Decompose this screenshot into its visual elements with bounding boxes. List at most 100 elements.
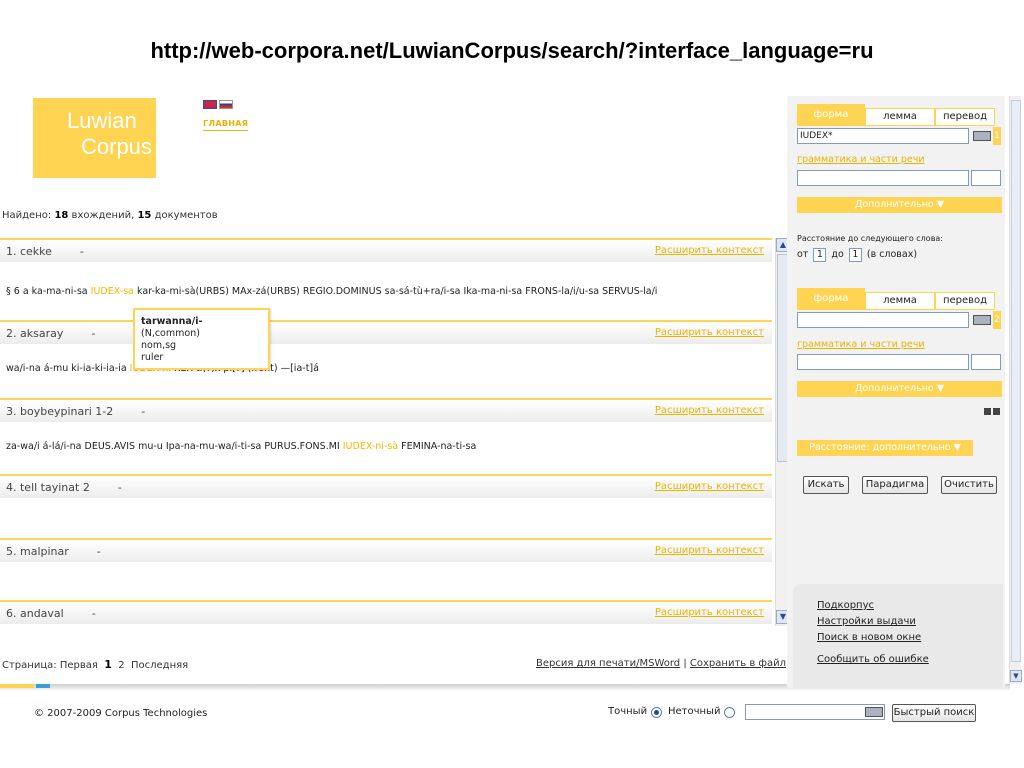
- distance-advanced-toggle[interactable]: Расстояние: дополнительно ▼: [797, 440, 973, 456]
- pager-last[interactable]: Последняя: [131, 660, 188, 671]
- save-to-file-link[interactable]: Сохранить в файл: [690, 658, 786, 669]
- home-link[interactable]: ГЛАВНАЯ: [203, 119, 249, 131]
- distance-to-label: до: [831, 249, 844, 260]
- tab-lemma[interactable]: лемма: [865, 108, 935, 126]
- occurrence-count: 18: [54, 210, 69, 221]
- quick-search-input[interactable]: [745, 704, 885, 720]
- output-settings-link[interactable]: Настройки выдачи: [817, 616, 916, 627]
- word1-form-input[interactable]: IUDEX*: [797, 128, 969, 144]
- word1-advanced-toggle[interactable]: Дополнительно ▼: [797, 197, 1002, 213]
- context-before: § 6 a ka-ma-ni-sa: [6, 286, 91, 297]
- hit-word[interactable]: IUDEX-sa: [91, 286, 134, 297]
- page-scroll-down-icon[interactable]: ▼: [1010, 670, 1022, 682]
- word1-tabs: форма лемма перевод: [797, 104, 1002, 126]
- result-header: 2. aksaray - Расширить контекст: [0, 320, 772, 344]
- search-button[interactable]: Искать: [803, 476, 849, 494]
- inexact-radio[interactable]: [724, 707, 735, 718]
- expand-context-link[interactable]: Расширить контекст: [655, 405, 764, 416]
- tooltip-form: nom,sg: [141, 340, 177, 351]
- keyboard-icon[interactable]: [973, 131, 991, 141]
- tab-form[interactable]: форма: [797, 104, 865, 126]
- document-name: 3. boybeypinari 1-2 -: [6, 405, 146, 418]
- distance-from-label: от: [797, 249, 809, 260]
- document-name: 4. tell tayinat 2 -: [6, 481, 122, 494]
- result-text: § 6 a ka-ma-ni-sa IUDEX-sa kar-ka-mi-sà(…: [6, 286, 657, 297]
- tooltip-gram-info: (N,common): [141, 328, 200, 339]
- word2-advanced-toggle[interactable]: Дополнительно ▼: [797, 381, 1002, 397]
- report-error-link[interactable]: Сообщить об ошибке: [817, 654, 929, 665]
- word2-tabs: форма лемма перевод: [797, 288, 1002, 310]
- tooltip-lemma: tarwanna/i-: [141, 316, 203, 327]
- tab-lemma[interactable]: лемма: [865, 292, 935, 310]
- word2-grammar-link[interactable]: грамматика и части речи: [797, 339, 925, 350]
- expand-context-link[interactable]: Расширить контекст: [655, 327, 764, 338]
- word2-index: 2: [993, 311, 1001, 329]
- distance-title: Расстояние до следующего слова:: [797, 234, 944, 243]
- distance-unit: (в словах): [866, 249, 918, 260]
- luwian-corpus-logo[interactable]: Luwian Corpus: [33, 98, 156, 178]
- page-scrollbar[interactable]: ▼: [1009, 96, 1022, 684]
- expand-context-link[interactable]: Расширить контекст: [655, 245, 764, 256]
- word2-grammar-input[interactable]: [797, 354, 969, 370]
- pager-label: Страница:: [2, 660, 57, 671]
- word1-index: 1: [993, 127, 1001, 145]
- word-analysis-tooltip: tarwanna/i- (N,common) nom,sg ruler: [133, 308, 270, 370]
- russian-flag-icon[interactable]: [219, 100, 233, 109]
- context-before: wa/i-na á-mu ki-ia-ki-ia-ia: [6, 363, 130, 374]
- exact-radio[interactable]: [651, 707, 662, 718]
- remove-word-icon[interactable]: [993, 408, 1000, 415]
- keyboard-icon[interactable]: [865, 707, 883, 717]
- print-version-link[interactable]: Версия для печати/MSWord: [536, 658, 680, 669]
- expand-context-link[interactable]: Расширить контекст: [655, 481, 764, 492]
- subcorpus-link[interactable]: Подкорпус: [817, 600, 874, 611]
- context-after: kar-ka-mi-sà(URBS) MAx-zá(URBS) REGIO.DO…: [133, 286, 658, 297]
- pager-first[interactable]: Первая: [60, 660, 98, 671]
- document-name: 5. malpinar -: [6, 545, 101, 558]
- paradigm-button[interactable]: Парадигма: [862, 476, 928, 494]
- slide-title: http://web-corpora.net/LuwianCorpus/sear…: [150, 38, 874, 63]
- expand-context-link[interactable]: Расширить контекст: [655, 545, 764, 556]
- clear-button[interactable]: Очистить: [941, 476, 997, 494]
- document-name: 6. andaval -: [6, 607, 96, 620]
- logo-line-2: Corpus: [81, 134, 152, 159]
- word2-form-input[interactable]: [797, 312, 969, 328]
- document-name: 2. aksaray -: [6, 327, 96, 340]
- logo-line-1: Luwian: [67, 108, 137, 133]
- result-header: 6. andaval - Расширить контекст: [0, 600, 772, 624]
- word1-grammar-link[interactable]: грамматика и части речи: [797, 154, 925, 165]
- exact-label: Точный: [608, 706, 648, 717]
- inexact-label: Неточный: [668, 706, 721, 717]
- tab-form[interactable]: форма: [797, 288, 865, 310]
- word1-grammar-extra[interactable]: [971, 170, 1001, 186]
- document-name: 1. cekke -: [6, 245, 84, 258]
- tooltip-lemma-line: tarwanna/i- (N,common): [141, 316, 262, 340]
- result-header: 5. malpinar - Расширить контекст: [0, 538, 772, 562]
- divider-accent-yellow: [0, 684, 34, 688]
- distance-from-input[interactable]: 1: [813, 248, 827, 262]
- english-flag-icon[interactable]: [203, 100, 217, 109]
- keyboard-icon[interactable]: [973, 315, 991, 325]
- document-label: документов: [154, 210, 218, 221]
- tab-translation[interactable]: перевод: [935, 292, 995, 310]
- tab-translation[interactable]: перевод: [935, 108, 995, 126]
- tooltip-gloss: ruler: [141, 352, 164, 363]
- found-summary: Найдено: 18 вхождений, 15 документов: [2, 210, 218, 221]
- pagination: Страница: Первая 1 2 Последняя: [2, 658, 188, 671]
- word1-grammar-input[interactable]: [797, 170, 969, 186]
- result-header: 3. boybeypinari 1-2 - Расширить контекст: [0, 398, 772, 422]
- search-sidebar: форма лемма перевод IUDEX* 1 грамматика …: [787, 96, 1005, 688]
- distance-to-input[interactable]: 1: [848, 248, 862, 262]
- context-before: za-wa/i á-lá/i-na DEUS.AVIS mu-u Ipa-na-…: [6, 441, 343, 452]
- word2-grammar-extra[interactable]: [971, 354, 1001, 370]
- quick-search-button[interactable]: Быстрый поиск: [892, 704, 976, 722]
- expand-context-link[interactable]: Расширить контекст: [655, 607, 764, 618]
- result-header: 4. tell tayinat 2 - Расширить контекст: [0, 474, 772, 498]
- page-scrollbar-thumb[interactable]: [1011, 100, 1021, 662]
- result-header: 1. cekke - Расширить контекст: [0, 238, 772, 262]
- distance-row: от 1 до 1 (в словах): [797, 248, 917, 262]
- new-window-search-link[interactable]: Поиск в новом окне: [817, 632, 921, 643]
- hit-word[interactable]: IUDEX-ni-sà: [343, 441, 398, 452]
- divider-accent-blue: [36, 684, 50, 688]
- pager-next[interactable]: 2: [118, 660, 124, 671]
- add-word-icon[interactable]: [984, 408, 991, 415]
